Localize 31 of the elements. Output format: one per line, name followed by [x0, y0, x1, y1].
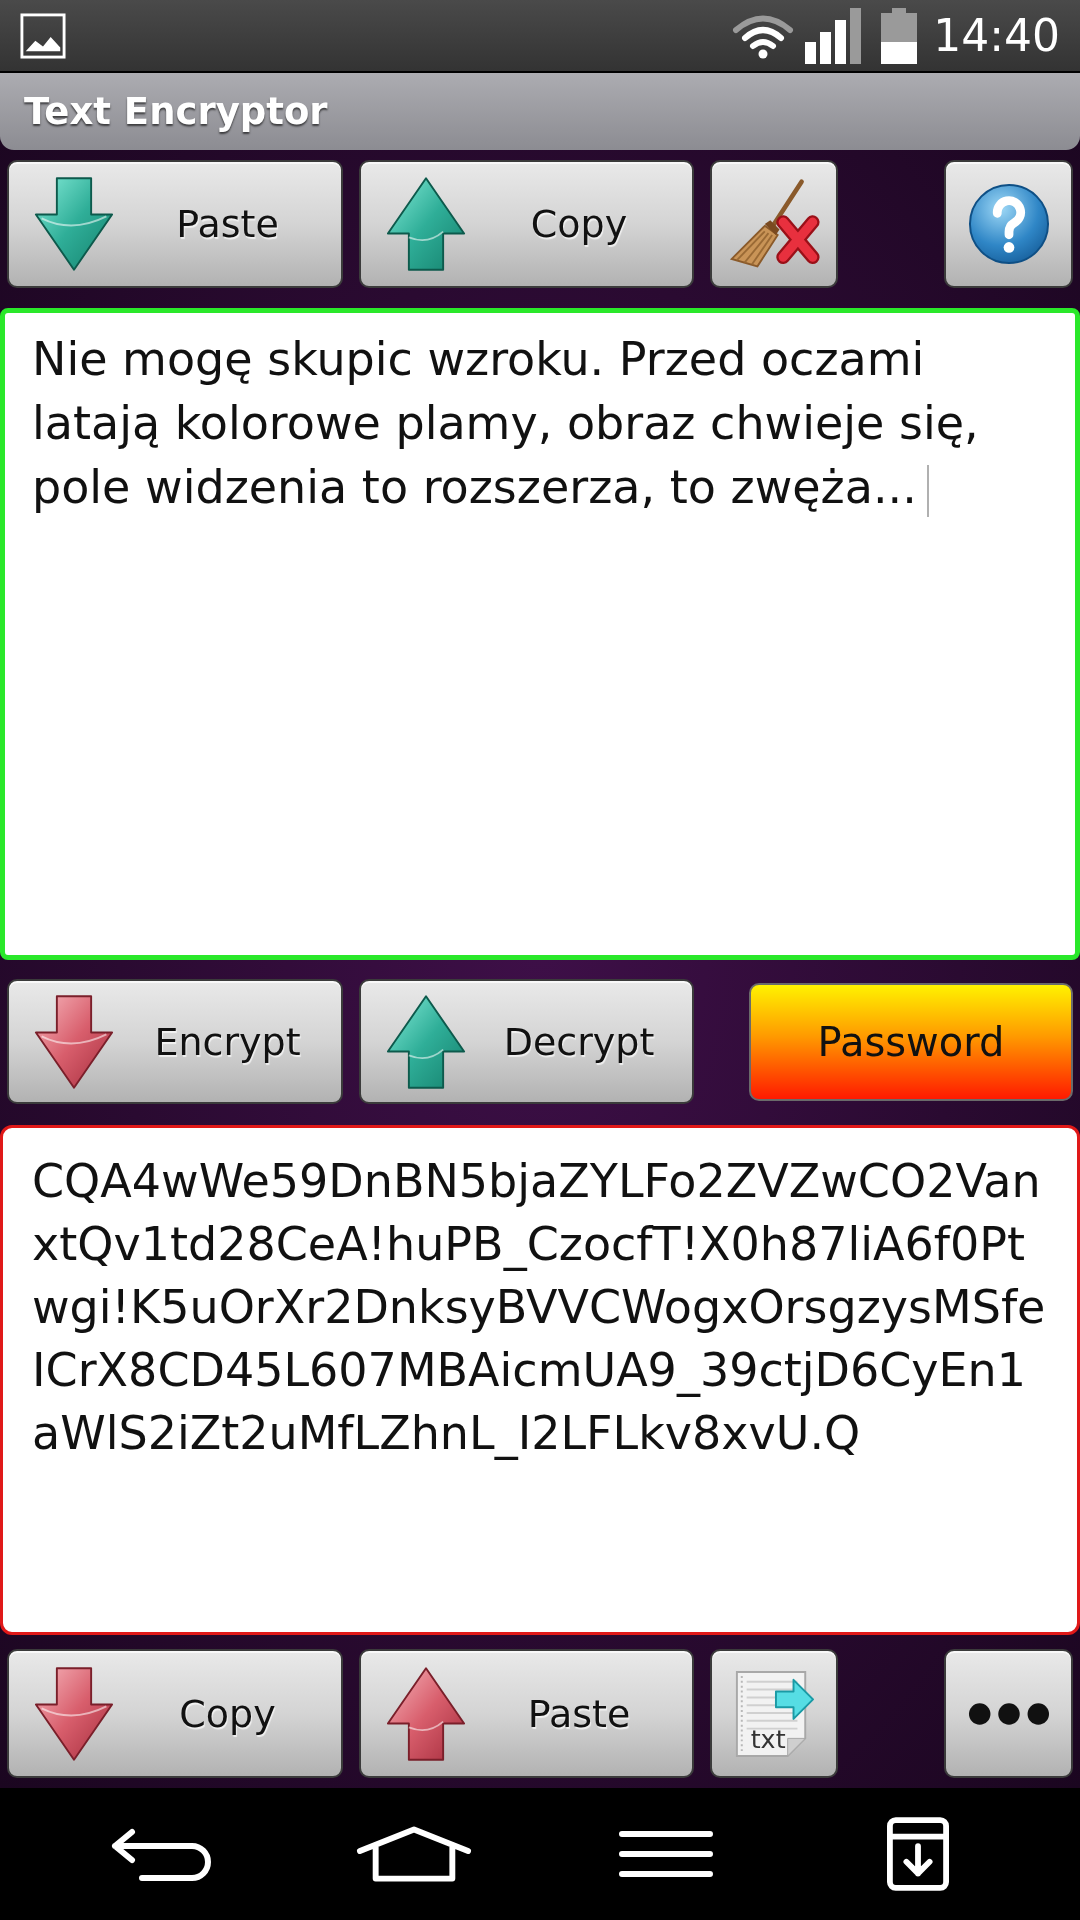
paste-button[interactable]: Paste — [359, 1649, 694, 1778]
password-button[interactable]: Password — [749, 982, 1073, 1101]
arrow-up-icon — [386, 1665, 466, 1762]
paste-button[interactable]: Paste — [7, 160, 343, 288]
wifi-icon — [731, 12, 796, 59]
more-button[interactable] — [944, 1649, 1073, 1778]
download-box-icon[interactable] — [887, 1817, 949, 1891]
image-icon — [20, 12, 66, 59]
export-file-button[interactable]: txt — [710, 1649, 838, 1778]
encrypt-button[interactable]: Encrypt — [7, 979, 343, 1104]
arrow-down-icon — [34, 176, 114, 272]
back-icon[interactable] — [110, 1826, 214, 1882]
copy-button[interactable]: Copy — [7, 1649, 343, 1778]
decrypt-button[interactable]: Decrypt — [359, 979, 694, 1104]
help-button[interactable] — [944, 160, 1073, 288]
copy-button[interactable]: Copy — [359, 160, 694, 288]
clear-button[interactable] — [710, 160, 838, 288]
battery-icon — [881, 7, 918, 64]
arrow-down-icon — [34, 1665, 114, 1762]
app-title: Text Encryptor — [24, 93, 328, 130]
menu-icon[interactable] — [618, 1829, 714, 1879]
clock-time: 14:40 — [933, 13, 1060, 58]
arrow-down-icon — [34, 993, 114, 1090]
arrow-up-icon — [386, 993, 466, 1090]
plain-text-field[interactable]: Nie mogę skupic wzroku. Przed oczami latają kolorowe plamy, obraz chwieje się, pole widzenia to rozszerza, to zwęża... — [0, 308, 1080, 960]
arrow-up-icon — [386, 176, 466, 272]
more-icon — [967, 1701, 1050, 1726]
help-icon — [967, 183, 1050, 265]
cipher-text-field[interactable]: CQA4wWe59DnBN5bjaZYLFo2ZVZwCO2VanxtQv1td28CeA!huPB_CzocfT!X0h87liA6f0Ptwgi!K5uOrXr2DnksyBVVCWogxOrsgzysMSfeICrX8CD45L607MBAicmUA9_39ctjD6CyEn1aWlS2iZt2uMfLZhnL_I2LFLkv8xvU.Q — [0, 1125, 1080, 1635]
home-icon[interactable] — [356, 1825, 472, 1883]
signal-icon — [805, 7, 864, 64]
